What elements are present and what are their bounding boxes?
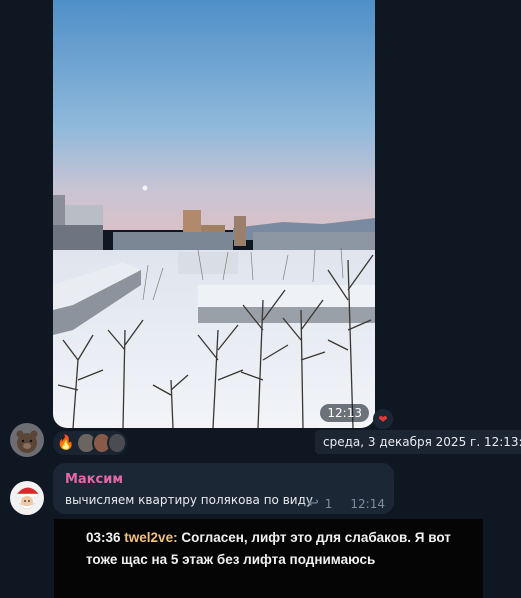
fire-icon: 🔥 [57, 435, 75, 451]
heart-reaction-button[interactable]: ❤ [373, 409, 393, 429]
winter-city-photo [53, 0, 375, 428]
text-message[interactable]: Максим вычисляем квартиру полякова по ви… [53, 463, 394, 514]
date-tooltip: среда, 3 декабря 2025 г. 12:13:15 [315, 430, 521, 454]
avatar[interactable] [10, 481, 44, 515]
overlay-message: 03:36 twel2ve: Согласен, лифт это для сл… [86, 527, 476, 571]
avatar[interactable] [10, 423, 44, 457]
replies-count[interactable]: 1 [325, 497, 333, 511]
avatar-reaction-3 [106, 432, 127, 454]
message-text: вычисляем квартиру полякова по виду [65, 493, 313, 507]
overlay-time: 03:36 [86, 530, 121, 545]
message-meta: ↩ 1 12:14 [308, 496, 385, 511]
message-author[interactable]: Максим [65, 472, 123, 487]
photo-message[interactable]: 12:13 [53, 0, 375, 428]
overlay-username: twel2ve: [124, 530, 178, 545]
photo-timestamp: 12:13 [320, 404, 369, 422]
reactions-bar[interactable]: 🔥 [53, 431, 127, 455]
message-timestamp: 12:14 [350, 496, 385, 511]
bear-avatar-image [10, 423, 44, 457]
reply-arrow-icon[interactable]: ↩ [308, 496, 319, 511]
stream-chat-overlay: 03:36 twel2ve: Согласен, лифт это для сл… [54, 519, 483, 598]
santa-avatar-image [10, 481, 44, 515]
heart-icon: ❤ [378, 412, 388, 426]
